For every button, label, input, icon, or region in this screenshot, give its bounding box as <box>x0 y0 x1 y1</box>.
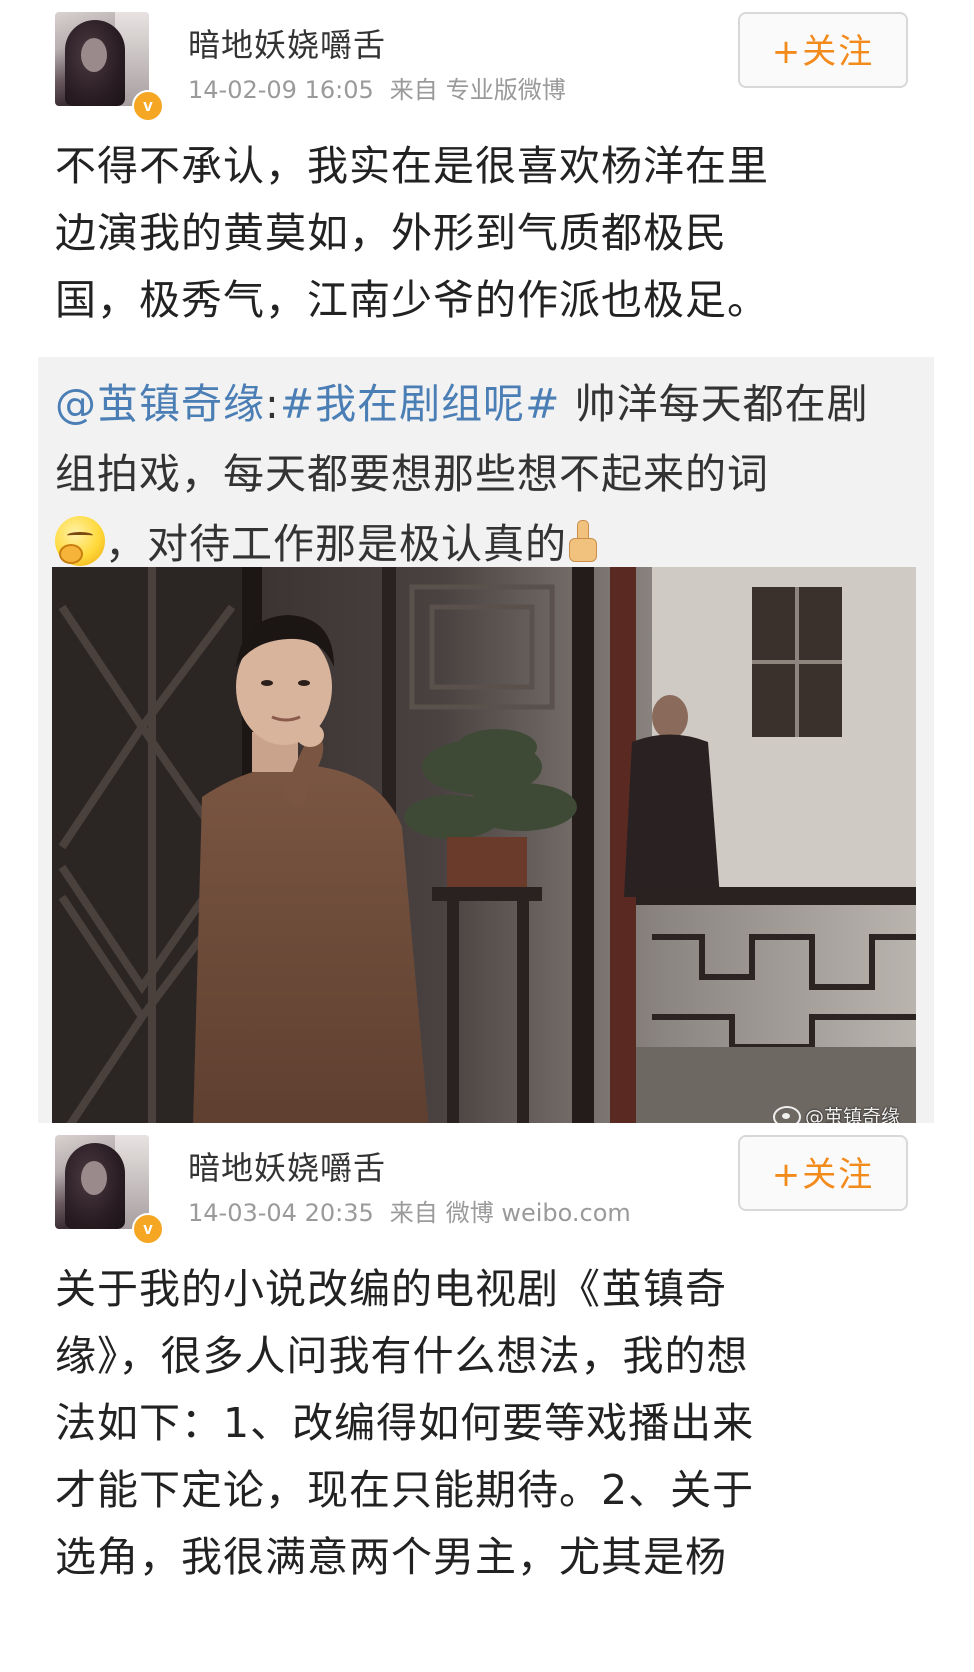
repost-text-line: 组拍戏，每天都要想那些想不起来的词 <box>55 450 769 498</box>
verified-badge-icon: v <box>132 1213 164 1245</box>
repost-text-segment: ，对待工作那是极认真的 <box>105 520 567 568</box>
avatar[interactable] <box>55 12 149 106</box>
thumbs-up-emoji-icon <box>567 520 599 564</box>
username[interactable]: 暗地妖娆嚼舌 <box>188 20 386 66</box>
source-label: 来自 <box>389 76 438 104</box>
post-text: 关于我的小说改编的电视剧《茧镇奇 缘》，很多人问我有什么想法，我的想 法如下：1… <box>55 1256 915 1591</box>
post-text-line: 缘》，很多人问我有什么想法，我的想 <box>55 1332 749 1380</box>
follow-button[interactable]: +关注 <box>738 12 908 88</box>
mention-colon: : <box>265 380 280 428</box>
avatar[interactable] <box>55 1135 149 1229</box>
post-meta: 14-02-09 16:05 来自 专业版微博 <box>188 70 566 105</box>
follow-button[interactable]: +关注 <box>738 1135 908 1211</box>
post-photo[interactable]: @茧镇奇缘 <box>52 567 916 1163</box>
thinking-emoji-icon <box>55 516 105 566</box>
post-text-line: 边演我的黄莫如，外形到气质都极民 <box>55 209 727 257</box>
post-header: v 暗地妖娆嚼舌 14-03-04 20:35 来自 微博 weibo.com +关… <box>0 1123 974 1263</box>
topic-link[interactable]: #我在剧组呢# <box>280 380 561 428</box>
weibo-feed-screenshot: v 暗地妖娆嚼舌 14-02-09 16:05 来自 专业版微博 +关注 不得不承认… <box>0 0 974 1672</box>
source-name[interactable]: 专业版微博 <box>446 76 566 104</box>
repost-card[interactable]: @茧镇奇缘:#我在剧组呢# 帅洋每天都在剧 组拍戏，每天都要想那些想不起来的词 … <box>38 357 934 1173</box>
post-text-line: 法如下：1、改编得如何要等戏播出来 <box>55 1399 755 1447</box>
mention-link[interactable]: @茧镇奇缘 <box>55 380 265 428</box>
post-timestamp: 14-03-04 20:35 <box>188 1199 374 1227</box>
post-text-line: 不得不承认，我实在是很喜欢杨洋在里 <box>55 142 769 190</box>
post-header: v 暗地妖娆嚼舌 14-02-09 16:05 来自 专业版微博 +关注 <box>0 0 974 140</box>
post-text-line: 才能下定论，现在只能期待。2、关于 <box>55 1466 755 1514</box>
post-meta: 14-03-04 20:35 来自 微博 weibo.com <box>188 1193 631 1228</box>
photo-scene <box>52 567 916 1163</box>
verified-badge-icon: v <box>132 90 164 122</box>
source-name[interactable]: 微博 weibo.com <box>446 1199 631 1227</box>
repost-text-line: @茧镇奇缘:#我在剧组呢# 帅洋每天都在剧 <box>55 369 925 439</box>
post-timestamp: 14-02-09 16:05 <box>188 76 374 104</box>
post-text-line: 选角，我很满意两个男主，尤其是杨 <box>55 1533 727 1581</box>
post-text-line: 国，极秀气，江南少爷的作派也极足。 <box>55 276 769 324</box>
source-label: 来自 <box>389 1199 438 1227</box>
username[interactable]: 暗地妖娆嚼舌 <box>188 1143 386 1189</box>
post-text: 不得不承认，我实在是很喜欢杨洋在里 边演我的黄莫如，外形到气质都极民 国，极秀气… <box>55 133 915 334</box>
repost-text: @茧镇奇缘:#我在剧组呢# 帅洋每天都在剧 组拍戏，每天都要想那些想不起来的词 … <box>55 369 925 579</box>
repost-text-segment: 帅洋每天都在剧 <box>560 380 869 428</box>
post-text-line: 关于我的小说改编的电视剧《茧镇奇 <box>55 1265 727 1313</box>
